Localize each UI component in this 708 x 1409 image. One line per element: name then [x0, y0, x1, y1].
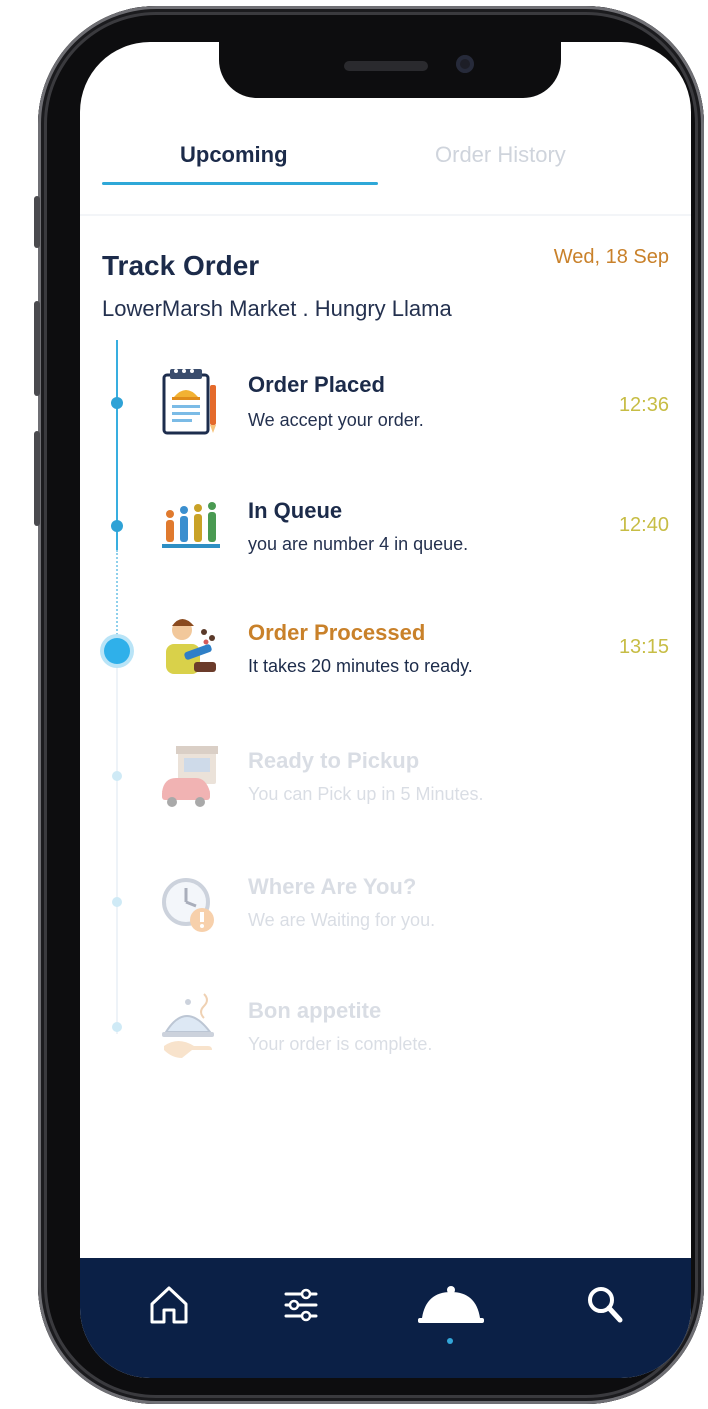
- search-icon[interactable]: [580, 1280, 630, 1330]
- step-description: It takes 20 minutes to ready.: [248, 656, 473, 676]
- active-nav-indicator: [447, 1338, 453, 1344]
- volume-down-button: [34, 431, 40, 526]
- step-dot: [112, 771, 122, 781]
- step-time: 12:36: [618, 394, 669, 416]
- filter-sliders-icon[interactable]: [276, 1280, 326, 1330]
- step-description: We are Waiting for you.: [248, 910, 436, 930]
- step-title: In Queue: [248, 498, 343, 523]
- clock-icon: [162, 878, 214, 932]
- home-icon[interactable]: [144, 1280, 194, 1330]
- active-tab-indicator: [102, 182, 378, 185]
- step-dot: [111, 397, 123, 409]
- step-description: you are number 4 in queue.: [248, 534, 469, 554]
- queue-people-icon: [162, 502, 220, 548]
- step-time: 13:15: [618, 636, 669, 658]
- step-description: Your order is complete.: [248, 1034, 433, 1054]
- current-step-dot: [104, 638, 130, 664]
- timeline-line-pending: [116, 654, 118, 1034]
- bottom-nav: [80, 1258, 691, 1378]
- step-title: Order Placed: [248, 372, 385, 397]
- step-description: You can Pick up in 5 Minutes.: [248, 784, 484, 804]
- timeline-line-progress: [116, 550, 118, 650]
- front-camera: [456, 55, 474, 73]
- notch: [219, 42, 561, 98]
- step-time: 12:40: [618, 514, 669, 536]
- step-title: Where Are You?: [248, 874, 417, 899]
- step-dot: [112, 897, 122, 907]
- page-title: Track Order: [102, 250, 260, 281]
- timeline-line-complete: [116, 340, 118, 550]
- volume-up-button: [34, 301, 40, 396]
- tab-divider: [80, 214, 691, 216]
- step-dot: [111, 520, 123, 532]
- step-title: Ready to Pickup: [248, 748, 420, 773]
- order-notepad-icon: [162, 369, 216, 435]
- tab-order-history[interactable]: Order History: [435, 142, 566, 168]
- step-dot: [112, 1022, 122, 1032]
- speaker: [344, 61, 428, 71]
- step-title: Order Processed: [248, 620, 426, 645]
- car-store-icon: [162, 746, 218, 807]
- chef-cooking-icon: [166, 619, 216, 674]
- food-cloche-icon: [162, 993, 214, 1058]
- app-screen: Upcoming Order History Track Order Wed, …: [80, 42, 691, 1378]
- step-title: Bon appetite: [248, 998, 382, 1023]
- order-date: Wed, 18 Sep: [553, 246, 669, 268]
- tab-upcoming[interactable]: Upcoming: [180, 142, 288, 168]
- mute-switch: [34, 196, 40, 248]
- vendor-subtitle: LowerMarsh Market . Hungry Llama: [102, 296, 452, 321]
- step-description: We accept your order.: [248, 410, 424, 430]
- cloche-icon[interactable]: [418, 1280, 484, 1330]
